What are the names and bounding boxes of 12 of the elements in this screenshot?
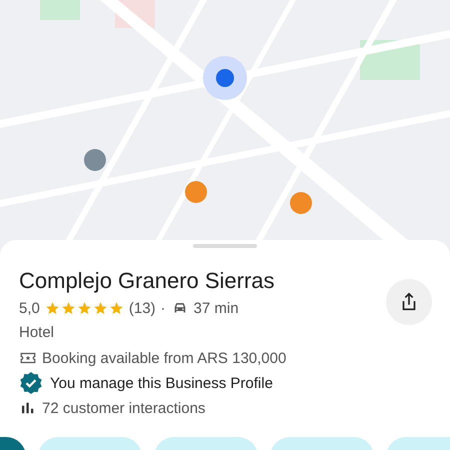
place-category: Hotel: [19, 323, 56, 343]
rating-value: 5,0: [19, 300, 40, 316]
drag-handle[interactable]: [193, 244, 257, 248]
share-button[interactable]: [386, 279, 432, 325]
review-count: (13): [128, 300, 156, 316]
drive-time: 37 min: [194, 300, 239, 316]
booking-info: Booking available from ARS 130,000: [42, 350, 286, 366]
verified-badge-icon: [19, 371, 43, 395]
place-name: Complejo Granero Sierras: [19, 268, 276, 294]
managed-profile-note: You manage this Business Profile: [50, 374, 273, 392]
separator-dot: ·: [160, 300, 166, 316]
customer-interactions: 72 customer interactions: [42, 400, 206, 416]
